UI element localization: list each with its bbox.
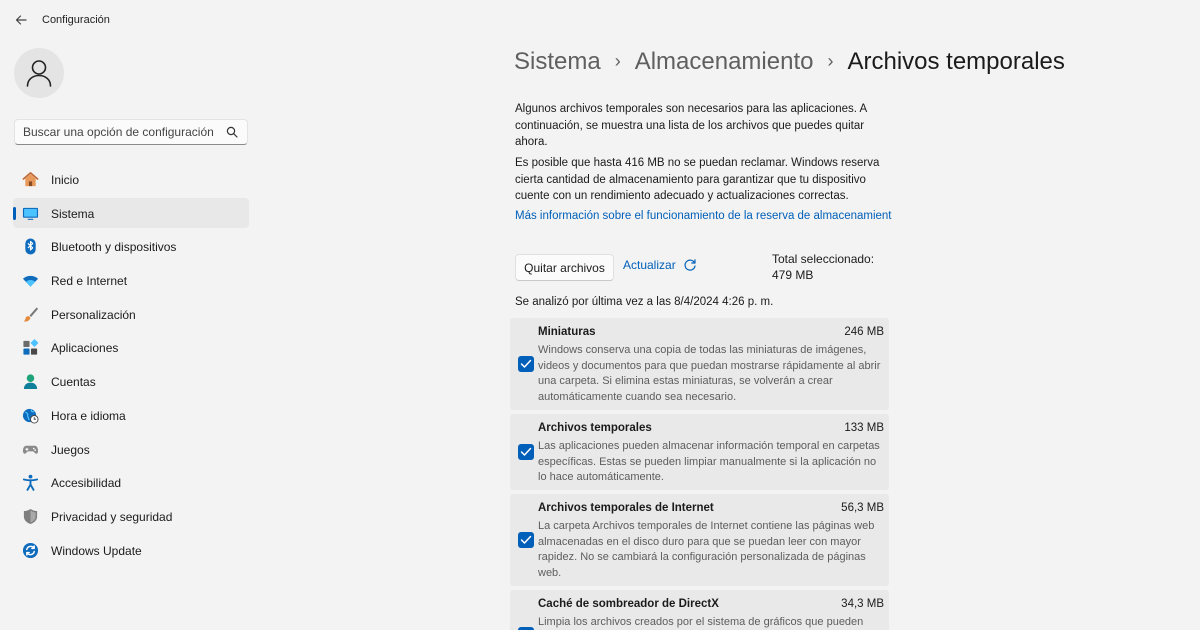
sidebar-item-aplicaciones[interactable]: Aplicaciones xyxy=(13,332,249,362)
file-category-description: Las aplicaciones pueden almacenar inform… xyxy=(538,440,880,483)
checkbox-thumbnails[interactable] xyxy=(518,356,534,372)
breadcrumb-sistema[interactable]: Sistema xyxy=(514,48,601,75)
total-selected: Total seleccionado: 479 MB xyxy=(772,252,875,282)
sidebar-item-windows-update[interactable]: Windows Update xyxy=(13,535,249,565)
refresh-icon xyxy=(684,259,696,271)
file-category-description: La carpeta Archivos temporales de Intern… xyxy=(538,520,875,579)
gamepad-icon xyxy=(22,445,39,454)
file-category-size: 133 MB xyxy=(844,422,884,434)
sidebar-nav: Inicio Sistema Bluetooth y dispositivos … xyxy=(13,164,249,568)
sidebar-item-label: Sistema xyxy=(51,206,95,221)
sidebar-item-label: Red e Internet xyxy=(51,274,128,289)
storage-reserve-link[interactable]: Más información sobre el funcionamiento … xyxy=(515,210,892,222)
file-category-temporary-files[interactable]: Archivos temporales 133 MB Las aplicacio… xyxy=(510,414,889,490)
app-title: Configuración xyxy=(42,14,110,26)
sidebar-item-label: Personalización xyxy=(51,307,136,322)
file-category-description: Limpia los archivos creados por el siste… xyxy=(538,616,864,628)
file-category-title: Miniaturas xyxy=(538,326,596,338)
checkmark-icon xyxy=(520,359,532,368)
sidebar-item-cuentas[interactable]: Cuentas xyxy=(13,366,249,396)
sidebar-item-label: Cuentas xyxy=(51,375,96,390)
sidebar-item-label: Windows Update xyxy=(51,543,142,558)
wifi-icon xyxy=(22,275,39,287)
sidebar-item-personalizacion[interactable]: Personalización xyxy=(13,299,249,329)
windows-update-icon xyxy=(22,542,39,558)
file-category-internet-files[interactable]: Archivos temporales de Internet 56,3 MB … xyxy=(510,494,889,586)
sidebar-item-label: Aplicaciones xyxy=(51,341,119,356)
search-icon[interactable] xyxy=(226,126,238,138)
search-input[interactable] xyxy=(23,125,223,139)
file-category-size: 56,3 MB xyxy=(841,502,884,514)
accounts-icon xyxy=(23,374,38,390)
sidebar-item-label: Privacidad y seguridad xyxy=(51,509,173,524)
sidebar-item-label: Accesibilidad xyxy=(51,476,122,491)
sidebar-item-label: Hora e idioma xyxy=(51,408,126,423)
monitor-icon xyxy=(22,207,39,220)
refresh-button[interactable]: Actualizar xyxy=(623,258,697,278)
sidebar-item-label: Inicio xyxy=(51,173,80,187)
last-scan-text: Se analizó por última vez a las 8/4/2024… xyxy=(515,296,774,308)
remove-files-button[interactable]: Quitar archivos xyxy=(515,254,614,281)
chevron-right-icon: › xyxy=(827,51,834,71)
back-arrow-icon xyxy=(15,15,27,25)
file-category-description: Windows conserva una copia de todas las … xyxy=(538,344,881,403)
sidebar-item-label: Juegos xyxy=(51,442,90,457)
intro-text: Algunos archivos temporales son necesari… xyxy=(515,103,867,148)
checkmark-icon xyxy=(520,535,532,544)
file-category-title: Archivos temporales xyxy=(538,422,652,434)
sidebar-item-privacidad[interactable]: Privacidad y seguridad xyxy=(13,501,249,531)
avatar[interactable] xyxy=(14,48,64,98)
refresh-label: Actualizar xyxy=(623,258,676,272)
sidebar-item-inicio[interactable]: Inicio xyxy=(13,164,249,194)
file-category-size: 246 MB xyxy=(844,326,884,338)
paintbrush-icon xyxy=(23,307,39,322)
breadcrumb: Sistema › Almacenamiento › Archivos temporal… xyxy=(514,48,1065,76)
sidebar-item-bluetooth[interactable]: Bluetooth y dispositivos xyxy=(13,231,249,261)
title-bar: Configuración xyxy=(0,0,1200,40)
apps-icon xyxy=(23,339,39,356)
shield-icon xyxy=(23,508,38,524)
accessibility-icon xyxy=(22,474,39,491)
sidebar-item-juegos[interactable]: Juegos xyxy=(13,434,249,464)
sidebar-item-hora-idioma[interactable]: Hora e idioma xyxy=(13,400,249,430)
file-category-directx-cache[interactable]: Caché de sombreador de DirectX 34,3 MB L… xyxy=(510,590,889,630)
sidebar-item-red[interactable]: Red e Internet xyxy=(13,265,249,295)
chevron-right-icon: › xyxy=(614,51,621,71)
file-category-title: Archivos temporales de Internet xyxy=(538,502,714,514)
search-box[interactable] xyxy=(14,119,248,145)
reserve-text: Es posible que hasta 416 MB no se puedan… xyxy=(515,157,880,202)
file-category-size: 34,3 MB xyxy=(841,598,884,610)
checkbox-internet-files[interactable] xyxy=(518,532,534,548)
sidebar-item-sistema[interactable]: Sistema xyxy=(13,197,249,228)
back-button[interactable] xyxy=(12,12,30,30)
file-category-thumbnails[interactable]: Miniaturas 246 MB Windows conserva una c… xyxy=(510,318,889,410)
breadcrumb-almacenamiento[interactable]: Almacenamiento xyxy=(635,48,814,75)
user-icon xyxy=(26,60,52,87)
page-title: Archivos temporales xyxy=(847,48,1065,75)
sidebar-item-label: Bluetooth y dispositivos xyxy=(51,240,177,255)
sidebar-item-accesibilidad[interactable]: Accesibilidad xyxy=(13,467,249,497)
bluetooth-icon xyxy=(25,238,36,255)
file-category-title: Caché de sombreador de DirectX xyxy=(538,598,719,610)
globe-clock-icon xyxy=(22,408,39,424)
checkbox-temporary-files[interactable] xyxy=(518,444,534,460)
checkmark-icon xyxy=(520,447,532,456)
home-icon xyxy=(22,172,39,187)
